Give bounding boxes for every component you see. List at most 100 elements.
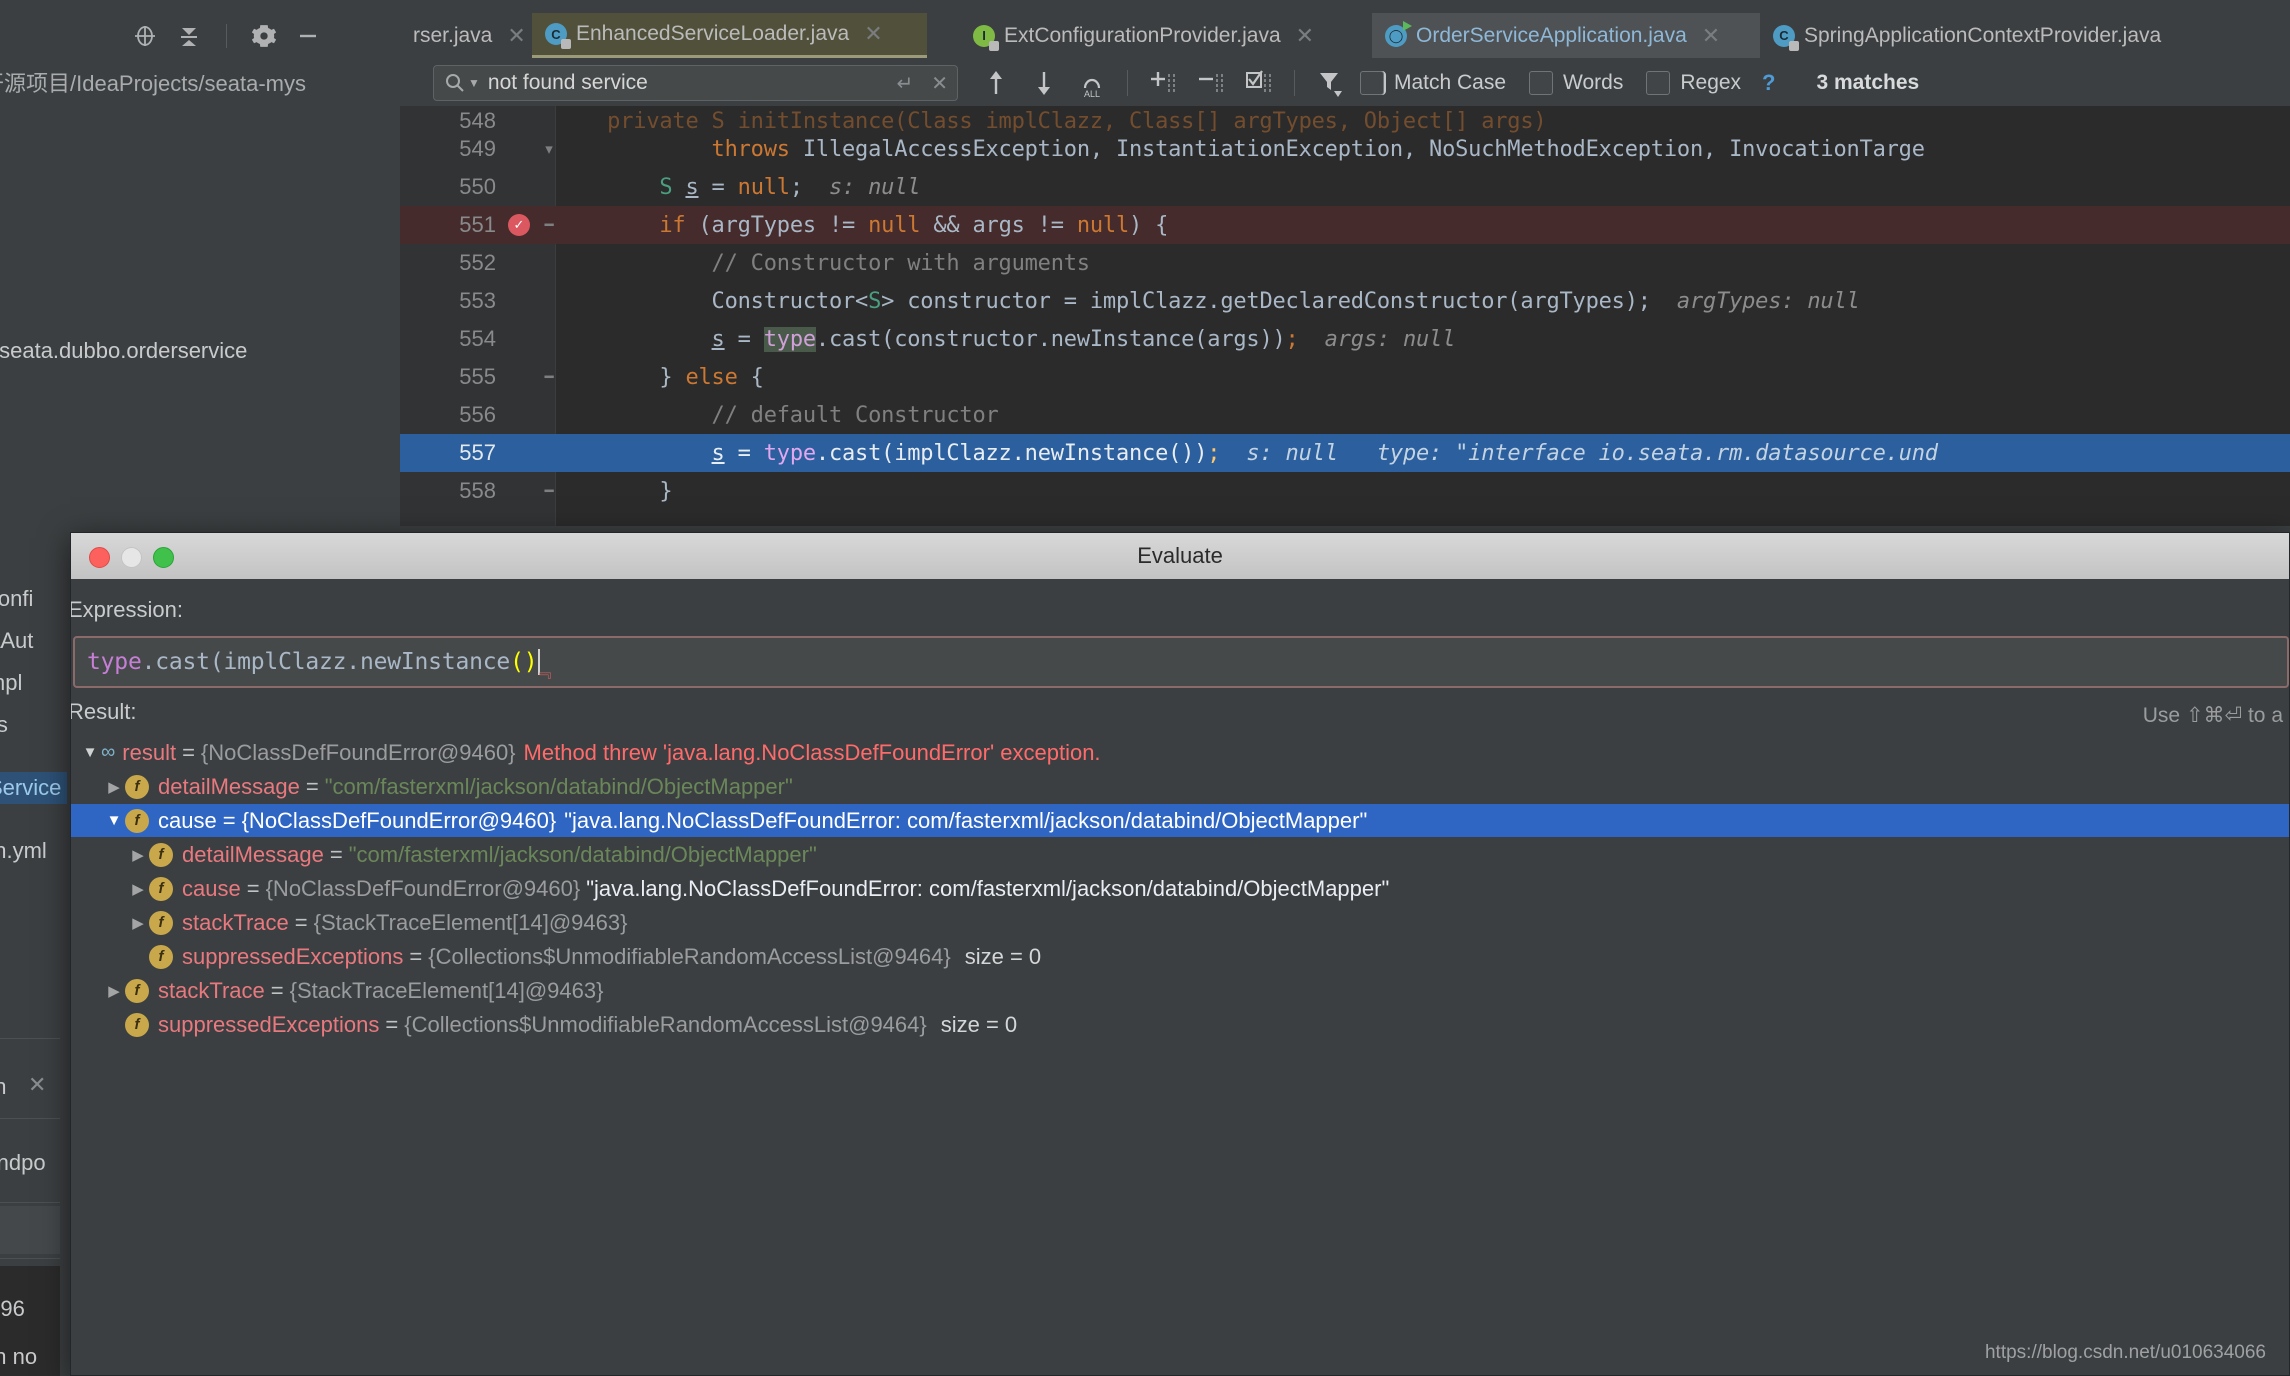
gear-icon[interactable]	[249, 21, 279, 51]
tab-extconfigurationprovider-java[interactable]: I ExtConfigurationProvider.java ✕	[960, 13, 1372, 58]
minimize-icon[interactable]	[293, 21, 323, 51]
tree-node-label[interactable]: impl	[0, 670, 22, 696]
expression-input[interactable]: type.cast(implClazz.newInstance() ﹃	[73, 636, 2289, 688]
tree-row[interactable]: f suppressedExceptions = {Collections$Un…	[127, 940, 1041, 973]
close-icon[interactable]: ✕	[28, 1072, 46, 1098]
code-line[interactable]: 555 ━ } else {	[400, 358, 2290, 396]
chevron-right-icon[interactable]: ▶	[127, 846, 149, 864]
code-text: throws IllegalAccessException, Instantia…	[711, 136, 1925, 162]
error-squiggle-icon: ﹃	[534, 661, 552, 681]
tree-node-label[interactable]: c.seata.dubbo.orderservice	[0, 338, 247, 364]
field-icon: f	[125, 978, 149, 1003]
select-all-occurrences-icon[interactable]: ALL	[1071, 65, 1113, 101]
equals-sign: =	[329, 841, 343, 867]
search-input-value[interactable]: not found service	[488, 71, 888, 95]
code-text: // default Constructor	[555, 402, 999, 428]
tree-row[interactable]: ▶ f detailMessage = "com/fasterxml/jacks…	[103, 770, 793, 803]
project-tool-window[interactable]: c.seata.dubbo.orderservice	[0, 106, 400, 526]
chevron-down-icon[interactable]: ▼	[103, 812, 125, 829]
code-line[interactable]: 551 ✓ ━ if (argTypes != null && args != …	[400, 206, 2290, 244]
code-line[interactable]: 554 s = type.cast(constructor.newInstanc…	[400, 320, 2290, 358]
code-text: Constructor<S> constructor = implClazz.g…	[555, 288, 1860, 314]
field-value: "java.lang.NoClassDefFoundError: com/fas…	[586, 875, 1390, 901]
match-count-label: 3 matches	[1816, 71, 1920, 94]
tree-node-label[interactable]: Confi	[0, 586, 33, 612]
search-icon[interactable]	[444, 72, 466, 94]
chevron-down-icon[interactable]: ▼	[468, 76, 480, 90]
filter-icon[interactable]	[1309, 65, 1351, 101]
find-next-icon[interactable]	[1023, 65, 1065, 101]
code-line[interactable]: 552 // Constructor with arguments	[400, 244, 2290, 282]
close-icon[interactable]: ✕	[1296, 23, 1314, 49]
code-editor[interactable]: 548 private S initInstance(Class implCla…	[0, 106, 2290, 526]
maximize-button[interactable]	[153, 547, 174, 568]
remove-line-icon[interactable]	[1190, 65, 1232, 101]
minimize-button[interactable]	[121, 547, 142, 568]
close-button[interactable]	[89, 547, 110, 568]
line-number: 558	[459, 478, 496, 503]
tab-parser-java[interactable]: rser.java ✕	[400, 13, 532, 58]
find-options: Match Case Words Regex ? 3 matches	[1360, 65, 1919, 101]
field-icon: f	[125, 808, 149, 833]
option-match-case[interactable]: Match Case	[1360, 71, 1516, 95]
checkbox[interactable]	[1646, 71, 1671, 95]
tree-node-label-selected[interactable]: Service	[0, 772, 68, 804]
tree-row[interactable]: ▶ f stackTrace = {StackTraceElement[14]@…	[103, 974, 603, 1007]
tree-row[interactable]: ▶ f stackTrace = {StackTraceElement[14]@…	[127, 906, 627, 939]
tree-node-label[interactable]: on.yml	[0, 838, 47, 864]
tree-row[interactable]: f suppressedExceptions = {Collections$Un…	[103, 1008, 1017, 1041]
chevron-right-icon[interactable]: ▶	[103, 982, 125, 1000]
chevron-down-icon[interactable]: ▼	[79, 744, 101, 761]
top-strip	[0, 0, 2290, 14]
tree-row-selected[interactable]: ▼ f cause = {NoClassDefFoundError@9460} …	[71, 804, 2289, 837]
tab-label: rser.java	[413, 23, 493, 47]
tool-tab-label[interactable]: on	[0, 1074, 6, 1100]
tab-enhancedserviceloader-java[interactable]: C EnhancedServiceLoader.java ✕	[532, 13, 927, 58]
chevron-right-icon[interactable]: ▶	[127, 880, 149, 898]
code-line[interactable]: 549 ▾ throws IllegalAccessException, Ins…	[400, 130, 2290, 168]
collapse-all-icon[interactable]	[174, 21, 204, 51]
field-icon: f	[125, 1012, 149, 1037]
code-line[interactable]: 558 ━ }	[400, 472, 2290, 510]
find-action-buttons: ALL	[975, 65, 1399, 101]
chevron-right-icon[interactable]: ▶	[127, 914, 149, 932]
tree-node-label[interactable]: is	[0, 712, 8, 738]
regex-help-icon[interactable]: ?	[1762, 70, 1775, 96]
checkbox[interactable]	[1360, 71, 1384, 95]
chevron-right-icon[interactable]: ▶	[103, 778, 125, 796]
code-text: }	[555, 478, 673, 504]
tool-tab-label[interactable]: Endpo	[0, 1150, 46, 1176]
new-line-icon[interactable]: ↵	[887, 71, 922, 96]
tab-springapplicationcontextprovider-java[interactable]: C SpringApplicationContextProvider.java	[1760, 13, 2290, 58]
tree-row[interactable]: ▶ f detailMessage = "com/fasterxml/jacks…	[127, 838, 817, 871]
checkbox[interactable]	[1529, 71, 1554, 95]
field-name: cause	[158, 807, 217, 833]
dialog-title-bar[interactable]: Evaluate	[71, 533, 2289, 580]
breakpoint-icon[interactable]: ✓	[508, 214, 530, 236]
add-line-icon[interactable]	[1142, 65, 1184, 101]
result-tree[interactable]: ▼ ∞ result = {NoClassDefFoundError@9460}…	[71, 736, 2289, 1316]
tab-orderserviceapplication-java[interactable]: ◯ OrderServiceApplication.java ✕	[1372, 13, 1760, 58]
close-icon[interactable]: ✕	[864, 21, 882, 47]
tree-node-label[interactable]: taAut	[0, 628, 33, 654]
tree-row[interactable]: ▼ ∞ result = {NoClassDefFoundError@9460}…	[79, 736, 1101, 769]
evaluate-dialog[interactable]: Evaluate Expression: type.cast(implClazz…	[70, 532, 2290, 1376]
equals-sign: =	[246, 875, 260, 901]
code-line[interactable]: 550 S s = null; s: null	[400, 168, 2290, 206]
option-words[interactable]: Words	[1529, 71, 1633, 95]
lock-badge-icon	[1789, 40, 1799, 51]
select-lines-icon[interactable]	[1238, 65, 1280, 101]
option-regex[interactable]: Regex	[1646, 71, 1751, 95]
option-label: Regex	[1680, 71, 1742, 94]
close-icon[interactable]: ✕	[922, 71, 957, 96]
code-line-current[interactable]: 557 s = type.cast(implClazz.newInstance(…	[400, 434, 2290, 472]
tree-row[interactable]: ▶ f cause = {NoClassDefFoundError@9460} …	[127, 872, 1389, 905]
locate-icon[interactable]	[130, 21, 160, 51]
code-line[interactable]: 553 Constructor<S> constructor = implCla…	[400, 282, 2290, 320]
find-previous-icon[interactable]	[975, 65, 1017, 101]
svg-text:ALL: ALL	[1084, 89, 1100, 98]
close-icon[interactable]: ✕	[507, 23, 525, 49]
close-icon[interactable]: ✕	[1702, 23, 1720, 49]
code-line[interactable]: 556 // default Constructor	[400, 396, 2290, 434]
search-input[interactable]: ▼ not found service ↵ ✕	[433, 65, 958, 101]
